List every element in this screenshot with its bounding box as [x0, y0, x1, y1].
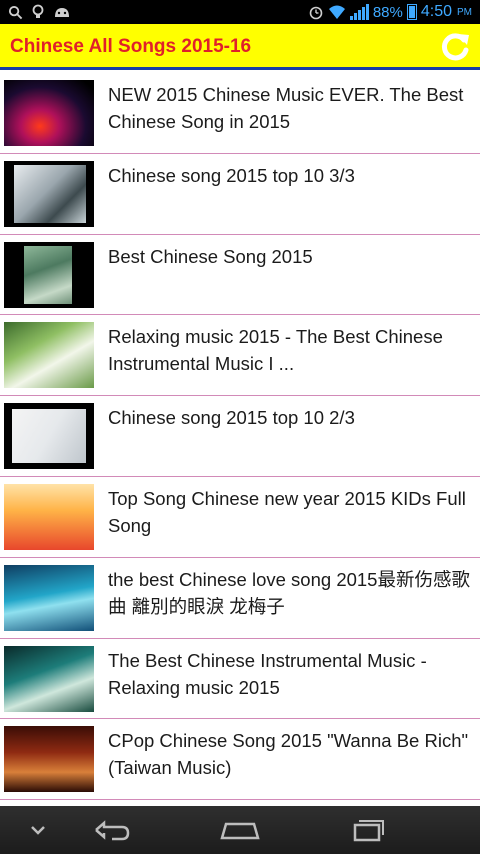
status-system: 88% 4:50 PM	[308, 2, 472, 22]
recent-apps-button[interactable]	[338, 814, 398, 846]
home-icon	[220, 822, 260, 840]
app-bar: Chinese All Songs 2015-16	[0, 24, 480, 70]
recent-apps-icon	[353, 820, 384, 842]
list-item[interactable]: CPop Chinese Song 2015 "Wanna Be Rich" (…	[0, 719, 480, 801]
wifi-icon	[328, 5, 345, 19]
video-title: The Best Chinese Instrumental Music - Re…	[108, 649, 427, 698]
video-title: Relaxing music 2015 - The Best Chinese I…	[108, 326, 443, 375]
list-item[interactable]: Chinese song 2015 top 10 2/3	[0, 396, 480, 477]
video-thumbnail	[4, 160, 94, 227]
list-item[interactable]: Relaxing music 2015 - The Best Chinese I…	[0, 315, 480, 397]
video-title: NEW 2015 Chinese Music EVER. The Best Ch…	[108, 84, 464, 132]
battery-icon	[406, 4, 417, 20]
video-title: Chinese song 2015 top 10 3/3	[108, 164, 355, 186]
status-bar: 88% 4:50 PM	[0, 0, 480, 24]
home-button[interactable]	[210, 814, 270, 846]
list-item[interactable]: Top Song Chinese new year 2015 KIDs Full…	[0, 476, 480, 558]
status-notifications	[8, 2, 71, 22]
video-thumbnail	[4, 645, 94, 712]
video-thumbnail	[4, 564, 94, 631]
list-item[interactable]: the best Chinese love song 2015最新伤感歌曲 離別…	[0, 557, 480, 639]
video-thumbnail	[4, 322, 94, 389]
back-icon	[95, 820, 130, 841]
video-title: CPop Chinese Song 2015 "Wanna Be Rich" (…	[108, 730, 469, 779]
video-title: the best Chinese love song 2015最新伤感歌曲 離別…	[108, 568, 470, 617]
video-thumbnail	[4, 403, 94, 470]
android-icon	[55, 8, 69, 17]
navigation-bar	[0, 806, 480, 854]
video-thumbnail	[4, 80, 94, 146]
video-title: Best Chinese Song 2015	[108, 245, 313, 267]
video-list[interactable]: NEW 2015 Chinese Music EVER. The Best Ch…	[0, 73, 480, 806]
video-thumbnail	[4, 241, 94, 308]
refresh-button[interactable]	[438, 30, 472, 64]
alarm-icon	[309, 6, 323, 20]
hide-keyboard-icon	[31, 826, 45, 835]
hide-keyboard-button[interactable]	[8, 814, 68, 846]
search-icon	[8, 5, 23, 19]
list-item[interactable]: Best Chinese Song 2015	[0, 234, 480, 316]
video-thumbnail	[4, 726, 94, 793]
video-thumbnail	[4, 483, 94, 550]
clock-ampm: PM	[457, 6, 472, 18]
signal-icon	[349, 4, 369, 20]
battery-percent: 88%	[372, 3, 403, 21]
list-item[interactable]: Chinese song 2015 top 10 3/3	[0, 153, 480, 235]
video-title: Chinese song 2015 top 10 2/3	[108, 407, 355, 429]
lightbulb-icon	[32, 4, 44, 18]
list-item[interactable]: NEW 2015 Chinese Music EVER. The Best Ch…	[0, 73, 480, 154]
back-button[interactable]	[82, 814, 142, 846]
list-item[interactable]: The Best Chinese Instrumental Music - Re…	[0, 638, 480, 720]
video-title: Top Song Chinese new year 2015 KIDs Full…	[108, 487, 466, 536]
clock-time: 4:50	[420, 3, 452, 20]
refresh-icon	[441, 33, 469, 61]
page-title: Chinese All Songs 2015-16	[10, 36, 252, 57]
